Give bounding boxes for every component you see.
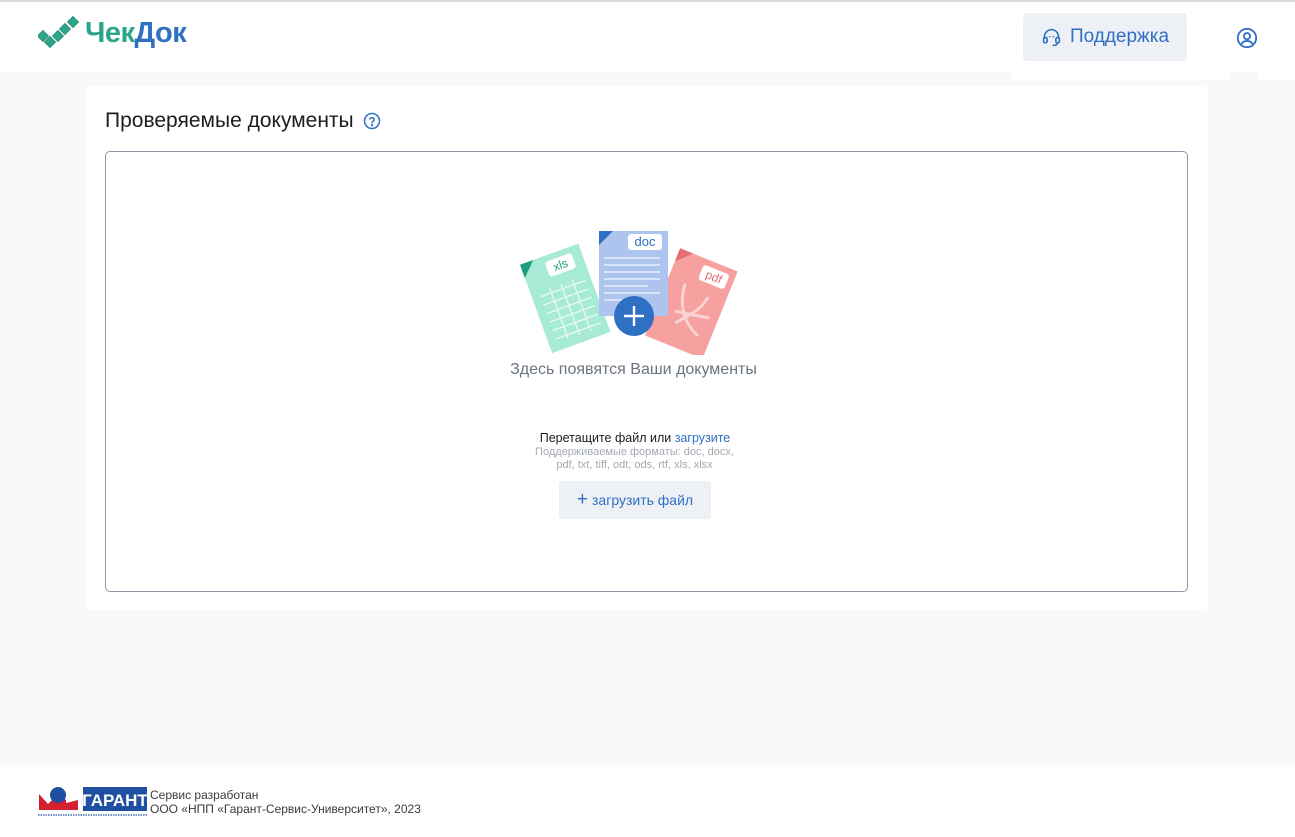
documents-illustration: xls pdf doc bbox=[520, 231, 738, 355]
profile-button[interactable] bbox=[1234, 25, 1260, 51]
logo-text: ЧекДок bbox=[85, 16, 187, 50]
support-button[interactable]: Поддержка bbox=[1023, 13, 1187, 61]
user-circle-icon bbox=[1236, 27, 1258, 49]
help-circle-icon[interactable] bbox=[363, 112, 381, 130]
doc-label: doc bbox=[635, 234, 656, 249]
logo-text-part1: Чек bbox=[85, 16, 135, 49]
supported-formats: Поддерживаемые форматы: doc, docx, pdf, … bbox=[523, 446, 746, 472]
footer-line-1: Сервис разработан bbox=[150, 788, 259, 802]
app-logo[interactable]: ЧекДок bbox=[38, 16, 187, 50]
documents-card: Проверяемые документы xls pdf doc Здесь … bbox=[86, 86, 1208, 610]
support-button-label: Поддержка bbox=[1069, 26, 1170, 47]
empty-state-text: Здесь появятся Ваши документы bbox=[106, 361, 1151, 379]
xls-file-icon: xls bbox=[520, 243, 611, 354]
footer-credits: Сервис разработан ООО «НПП «Гарант-Серви… bbox=[150, 788, 421, 816]
header-strip bbox=[1258, 72, 1295, 80]
drag-hint-text: Перетащите файл или bbox=[539, 431, 672, 445]
page-footer: ГАРАНТ Сервис разработан ООО «НПП «Гаран… bbox=[0, 767, 1295, 837]
app-header: ЧекДок Поддержка bbox=[0, 2, 1295, 72]
upload-file-button[interactable]: + загрузить файл bbox=[559, 481, 711, 519]
checkmark-logo-icon bbox=[38, 16, 80, 49]
formats-line-1: Поддерживаемые форматы: doc, docx, bbox=[535, 446, 734, 458]
garant-logo-text: ГАРАНТ bbox=[82, 791, 148, 810]
formats-line-2: pdf, txt, tiff, odt, ods, rtf, xls, xlsx bbox=[556, 459, 713, 471]
upload-link[interactable]: загрузите bbox=[675, 431, 731, 445]
file-dropzone[interactable]: xls pdf doc Здесь появятся Ваши документ… bbox=[105, 151, 1188, 592]
card-title-row: Проверяемые документы bbox=[105, 109, 381, 133]
plus-icon bbox=[614, 296, 654, 336]
empty-state-label: Здесь появятся Ваши документы bbox=[510, 361, 757, 378]
footer-line-2: ООО «НПП «Гарант-Сервис-Университет», 20… bbox=[150, 802, 421, 816]
logo-text-part2: Док bbox=[134, 16, 187, 49]
drag-hint: Перетащите файл или загрузите bbox=[106, 431, 1164, 445]
headset-icon bbox=[1042, 28, 1061, 46]
plus-icon: + bbox=[576, 489, 589, 510]
header-strip bbox=[1012, 72, 1230, 80]
page-title: Проверяемые документы bbox=[105, 109, 354, 132]
upload-file-button-label: загрузить файл bbox=[592, 492, 694, 508]
garant-logo[interactable]: ГАРАНТ bbox=[38, 786, 148, 818]
